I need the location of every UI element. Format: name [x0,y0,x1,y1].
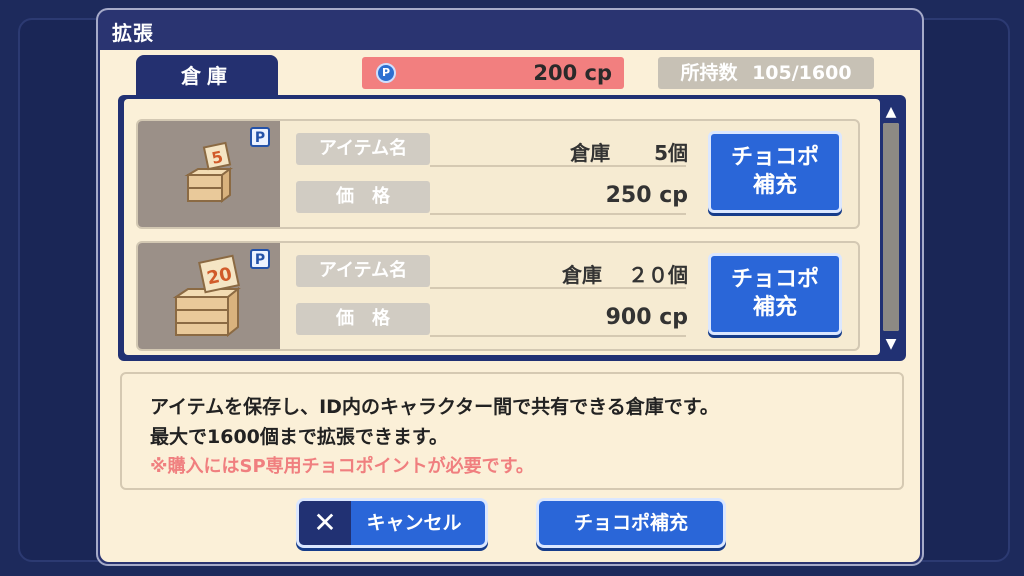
scroll-down-icon[interactable]: ▼ [880,335,902,353]
description-line: 最大で1600個まで拡張できます。 [150,426,448,448]
button-label-line2: 補充 [752,173,797,198]
item-list: 5 P アイテム名 倉庫 5個 価 格 250 cp チョコポ 補充 20 P … [124,99,880,355]
item-price-label: 価 格 [296,303,430,335]
cp-balance-bar: P 200 cp [362,57,624,89]
coin-icon: P [376,63,396,83]
item-quantity: ２０個 [628,263,688,287]
choco-supply-button[interactable]: チョコポ 補充 [708,253,842,335]
divider [430,213,686,215]
scroll-track[interactable] [883,123,899,331]
item-name-value: 倉庫 5個 [438,137,688,166]
item-name-label: アイテム名 [296,255,430,287]
held-count: 所持数 105/1600 [658,57,874,89]
item-price-value: 900 cp [605,305,688,330]
button-label-line1: チョコポ [730,267,819,292]
item-quantity: 5個 [654,141,688,165]
button-label-line2: 補充 [752,295,797,320]
purchase-warning: ※購入にはSP専用チョコポイントが必要です。 [150,456,534,477]
held-count-label: 所持数 [680,62,738,84]
p-badge-icon: P [250,127,270,147]
description-box: アイテムを保存し、ID内のキャラクター間で共有できる倉庫です。 最大で1600個… [120,372,904,490]
item-price-value: 250 cp [605,183,688,208]
cancel-button-label: キャンセル [366,512,462,534]
scrollbar[interactable]: ▲ ▼ [880,99,902,355]
item-name: 倉庫 [570,141,611,165]
list-item: 20 P アイテム名 倉庫 ２０個 価 格 900 cp チョコポ 補充 [136,241,860,351]
item-name-value: 倉庫 ２０個 [438,259,688,288]
scroll-up-icon[interactable]: ▲ [880,103,902,121]
item-list-panel: 5 P アイテム名 倉庫 5個 価 格 250 cp チョコポ 補充 20 P … [118,95,906,361]
cp-balance-value: 200 cp [533,61,612,85]
item-price-label: 価 格 [296,181,430,213]
p-badge-icon: P [250,249,270,269]
choco-supply-footer-button[interactable]: チョコポ補充 [536,498,726,548]
item-name-label: アイテム名 [296,133,430,165]
tab-storage[interactable]: 倉庫 [136,55,278,97]
description-line: アイテムを保存し、ID内のキャラクター間で共有できる倉庫です。 [150,396,719,418]
divider [430,335,686,337]
held-count-value: 105/1600 [752,62,852,84]
dialog-title: 拡張 [112,21,154,45]
cancel-button[interactable]: ✕ キャンセル [296,498,488,548]
choco-supply-button[interactable]: チョコポ 補充 [708,131,842,213]
close-icon: ✕ [299,501,351,545]
item-name: 倉庫 [562,263,602,287]
list-item: 5 P アイテム名 倉庫 5個 価 格 250 cp チョコポ 補充 [136,119,860,229]
scroll-thumb[interactable] [883,123,899,331]
button-label-line1: チョコポ [730,145,819,170]
